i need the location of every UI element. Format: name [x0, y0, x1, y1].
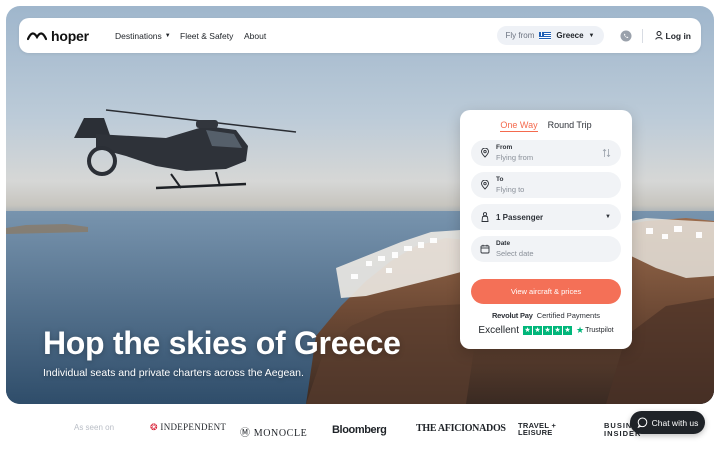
fly-from-selector[interactable]: Fly from Greece ▼ [496, 26, 604, 45]
press-strip: As seen on ❂ INDEPENDENT Ⓜ MONOCLE Bloom… [0, 418, 720, 444]
press-logo-independent-text: INDEPENDENT [160, 422, 227, 432]
trustpilot-logo: ★ Trustpilot [576, 325, 614, 336]
to-placeholder: Flying to [496, 185, 525, 194]
press-logo-travel-leisure: TRAVEL + LEISURE [518, 421, 557, 437]
chevron-down-icon: ▼ [605, 214, 611, 220]
to-label: To [496, 176, 504, 183]
star-icon: ★ [532, 326, 542, 335]
nav-destinations[interactable]: Destinations ▼ [115, 31, 180, 41]
nav-links: Destinations ▼ Fleet & Safety About [115, 31, 266, 41]
greece-flag-icon [539, 31, 552, 40]
hero-headline: Hop the skies of Greece [43, 325, 401, 361]
nav-about[interactable]: About [244, 31, 266, 41]
trustpilot-name: Trustpilot [585, 327, 614, 334]
press-label: As seen on [74, 423, 115, 432]
brand-logo[interactable]: hoper [27, 28, 99, 44]
monocle-m-icon: Ⓜ [240, 428, 251, 439]
view-aircraft-button[interactable]: View aircraft & prices [471, 279, 621, 304]
from-label: From [496, 144, 513, 151]
hero-subline: Individual seats and private charters ac… [43, 367, 304, 379]
fly-from-label: Fly from [505, 31, 535, 40]
booking-widget: One Way Round Trip From Flying from To F… [460, 110, 632, 349]
press-logo-bloomberg: Bloomberg [332, 424, 387, 436]
date-field[interactable]: Date Select date [471, 236, 621, 262]
payment-badge: Revolut Pay Certified Payments [460, 311, 632, 320]
star-icon: ★ [542, 326, 552, 335]
nav-divider [641, 28, 643, 43]
swap-arrows-icon[interactable] [602, 148, 611, 158]
chevron-down-icon: ▼ [588, 32, 595, 39]
press-logo-monocle: Ⓜ MONOCLE [240, 424, 307, 439]
passenger-selector[interactable]: 1 Passenger ▼ [471, 204, 621, 230]
chat-button[interactable]: Chat with us [630, 411, 705, 434]
to-field[interactable]: To Flying to [471, 172, 621, 198]
brand-name: hoper [51, 27, 89, 44]
from-placeholder: Flying from [496, 153, 534, 162]
tab-round-trip[interactable]: Round Trip [548, 118, 592, 132]
independent-eagle-icon: ❂ [150, 422, 158, 432]
from-field[interactable]: From Flying from [471, 140, 621, 166]
nav-fleet-safety[interactable]: Fleet & Safety [180, 31, 244, 41]
chat-label: Chat with us [651, 417, 699, 428]
star-icon: ★ [522, 326, 532, 335]
star-icon: ★ [552, 326, 562, 335]
login-label: Log in [665, 30, 692, 41]
location-pin-icon [481, 148, 489, 158]
passenger-count: 1 Passenger [496, 212, 544, 222]
chevron-down-icon: ▼ [164, 32, 171, 39]
user-icon [654, 31, 663, 40]
login-button[interactable]: Log in [654, 30, 692, 41]
nav-right-group: Fly from Greece ▼ Log in [496, 26, 692, 45]
press-logo-independent: ❂ INDEPENDENT [150, 422, 226, 433]
date-placeholder: Select date [496, 249, 534, 258]
nav-about-label: About [244, 30, 267, 41]
helicopter-image [74, 109, 297, 190]
rating-text: Excellent [478, 325, 519, 336]
trustpilot-rating[interactable]: Excellent ★ ★ ★ ★ ★ ★ Trustpilot [460, 325, 632, 336]
chat-bubble-icon [637, 417, 647, 428]
press-logo-monocle-text: MONOCLE [253, 428, 308, 439]
date-label: Date [496, 240, 511, 247]
tab-one-way[interactable]: One Way [500, 118, 538, 132]
trustpilot-star-icon: ★ [575, 325, 585, 335]
top-navbar: hoper Destinations ▼ Fleet & Safety Abou… [19, 18, 701, 53]
passenger-seat-icon [481, 212, 489, 222]
rating-stars: ★ ★ ★ ★ ★ [522, 326, 572, 335]
whatsapp-icon[interactable] [620, 30, 632, 42]
calendar-icon [480, 244, 490, 254]
hoper-logo-icon [27, 31, 47, 40]
payment-text: Certified Payments [536, 311, 601, 320]
nav-fleet-safety-label: Fleet & Safety [180, 30, 234, 41]
press-logo-aficionados: THE AFICIONADOS [416, 423, 506, 434]
star-icon: ★ [562, 326, 572, 335]
revolut-pay-logo: Revolut Pay [491, 311, 533, 320]
location-pin-icon [481, 180, 489, 190]
nav-destinations-label: Destinations [115, 30, 162, 41]
trip-type-tabs: One Way Round Trip [471, 118, 621, 140]
fly-from-country: Greece [556, 31, 584, 40]
